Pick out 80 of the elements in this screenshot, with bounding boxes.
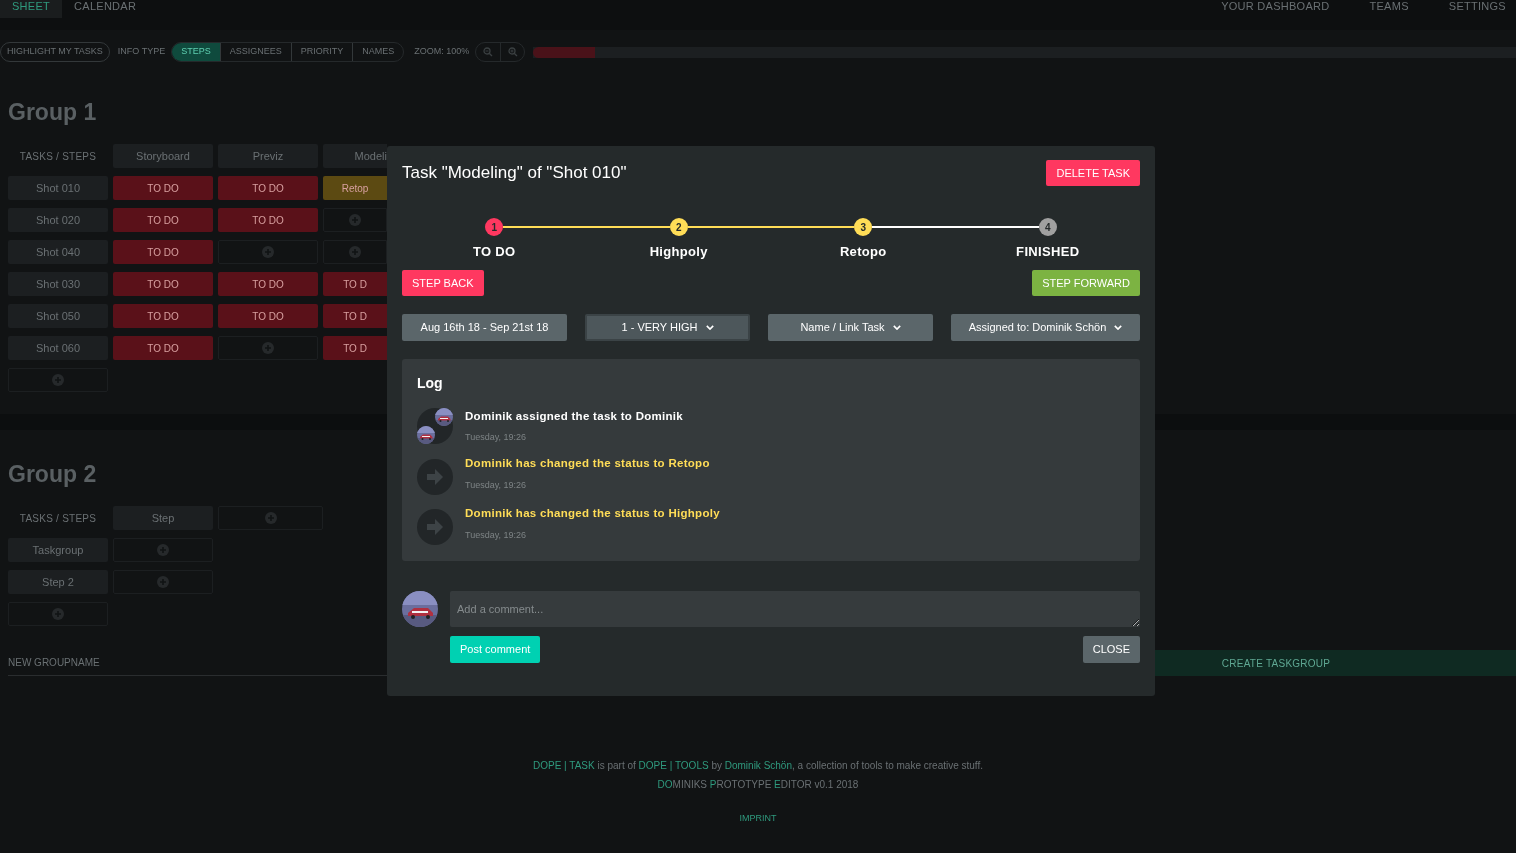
row-header[interactable]: Shot 060: [8, 336, 108, 360]
step-header[interactable]: Modeli: [323, 144, 387, 168]
log-entry-time: Tuesday, 19:26: [465, 528, 528, 542]
task-cell[interactable]: TO D: [323, 304, 387, 328]
task-cell[interactable]: TO DO: [218, 176, 318, 200]
log-entry-time: Tuesday, 19:26: [465, 478, 528, 492]
task-cell[interactable]: TO DO: [113, 240, 213, 264]
task-cell[interactable]: TO DO: [113, 176, 213, 200]
modal-title: Task "Modeling" of "Shot 010": [402, 162, 627, 185]
row-header[interactable]: Shot 010: [8, 176, 108, 200]
add-task-button[interactable]: [113, 538, 213, 562]
step-forward-button[interactable]: STEP FORWARD: [1032, 270, 1140, 296]
log-entry-time: Tuesday, 19:26: [465, 431, 528, 445]
nav-link[interactable]: TEAMS: [1369, 0, 1409, 12]
nav-tab[interactable]: SHEET: [0, 0, 63, 18]
add-task-button[interactable]: [113, 570, 213, 594]
group-title: Group 2: [8, 460, 97, 488]
nav-link[interactable]: YOUR DASHBOARD: [1221, 0, 1330, 12]
version-text: DOMINIKS PROTOTYPE EDITOR v0.1 2018: [657, 778, 859, 792]
delete-task-button[interactable]: DELETE TASK: [1046, 160, 1140, 186]
dropdown-button[interactable]: Assigned to: Dominik Schön: [951, 314, 1140, 341]
step-header[interactable]: Step: [113, 506, 213, 530]
step-label: Retopo: [839, 243, 887, 261]
row-header[interactable]: Shot 020: [8, 208, 108, 232]
info-type-tab[interactable]: ASSIGNEES: [219, 43, 291, 61]
task-cell[interactable]: TO DO: [218, 304, 318, 328]
task-cell[interactable]: TO D: [323, 336, 387, 360]
imprint-link[interactable]: IMPRINT: [739, 812, 777, 826]
task-cell[interactable]: TO DO: [218, 272, 318, 296]
caret-icon: [1114, 325, 1123, 330]
dropdown-button[interactable]: Name / Link Task: [768, 314, 933, 341]
task-cell[interactable]: TO DO: [113, 304, 213, 328]
step-number: 1: [485, 218, 504, 236]
step-number: 2: [669, 218, 688, 236]
footer-text: DOPE | TASK is part of DOPE | TOOLS by Dominik Schön, a collection of tools to make creative stuff.: [532, 759, 984, 773]
caret-icon: [705, 325, 714, 330]
step-label: FINISHED: [1016, 243, 1080, 261]
log-entry-text: Dominik has changed the status to Retopo: [465, 456, 710, 472]
info-type-tab[interactable]: PRIORITY: [290, 43, 353, 61]
dropdown-button[interactable]: 1 - VERY HIGH: [585, 314, 750, 341]
step-header[interactable]: Previz: [218, 144, 318, 168]
log-title: Log: [417, 374, 444, 393]
row-header[interactable]: Step 2: [8, 570, 108, 594]
group-title: Group 1: [8, 98, 97, 126]
step-back-button[interactable]: STEP BACK: [402, 270, 484, 296]
add-task-button[interactable]: [323, 240, 387, 264]
comment-field[interactable]: Add a comment...: [450, 590, 1140, 627]
zoom-out-icon: [483, 47, 494, 57]
task-cell[interactable]: TO DO: [218, 208, 318, 232]
step-label: TO DO: [472, 243, 516, 261]
task-cell[interactable]: TO DO: [113, 208, 213, 232]
dropdown-button[interactable]: Aug 16th 18 - Sep 21st 18: [402, 314, 567, 341]
add-task-button[interactable]: [218, 336, 318, 360]
task-cell[interactable]: TO DO: [113, 336, 213, 360]
step-number: 3: [854, 218, 873, 236]
info-type-tab[interactable]: NAMES: [352, 43, 404, 61]
task-cell[interactable]: Retop: [323, 176, 387, 200]
step-number: 4: [1038, 218, 1057, 236]
nav-link[interactable]: SETTINGS: [1448, 0, 1506, 12]
step-header[interactable]: Storyboard: [113, 144, 213, 168]
log-entry-text: Dominik has changed the status to Highpoly: [465, 506, 720, 522]
task-cell[interactable]: TO D: [323, 272, 387, 296]
add-task-button[interactable]: [218, 240, 318, 264]
task-cell[interactable]: TO DO: [113, 272, 213, 296]
row-header[interactable]: Shot 050: [8, 304, 108, 328]
close-button[interactable]: CLOSE: [1082, 635, 1140, 663]
info-type-tab[interactable]: STEPS: [172, 43, 220, 61]
caret-icon: [892, 325, 901, 330]
add-task-button[interactable]: [323, 208, 387, 232]
row-header[interactable]: Shot 030: [8, 272, 108, 296]
row-header[interactable]: Taskgroup: [8, 538, 108, 562]
column-header: TASKS / STEPS: [18, 511, 98, 526]
log-entry-text: Dominik assigned the task to Dominik: [465, 409, 684, 424]
step-label: Highpoly: [649, 243, 708, 261]
zoom-in-icon: [507, 47, 518, 57]
row-header[interactable]: Shot 040: [8, 240, 108, 264]
info-type-label: INFO TYPE: [117, 45, 166, 59]
nav-tab[interactable]: CALENDAR: [62, 0, 149, 18]
zoom-label: ZOOM: 100%: [414, 45, 470, 59]
column-header: TASKS / STEPS: [18, 149, 98, 164]
